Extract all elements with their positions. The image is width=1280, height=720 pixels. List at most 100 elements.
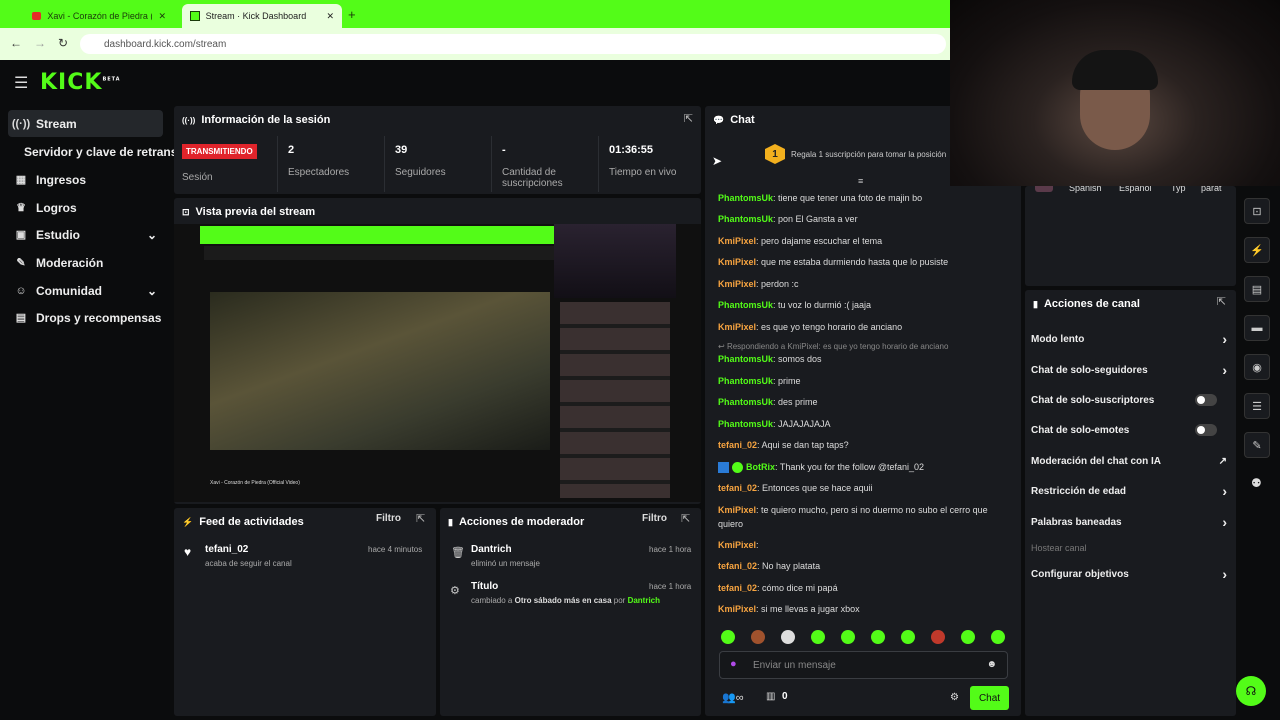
close-icon[interactable]: ✕ [326,11,334,22]
chat-username[interactable]: tefani_02 [718,561,757,571]
stream-video[interactable]: Xavi - Corazón de Piedra (Official Video… [174,224,701,502]
panel-title: Acciones de canal [1043,298,1140,310]
document-icon[interactable]: ▤ [1244,276,1270,302]
chat-username[interactable]: PhantomsUk [718,376,773,386]
new-tab-icon[interactable]: + [348,7,356,22]
panel-header: ▮ Acciones de moderador [448,516,584,528]
chat-text: : No hay platata [757,561,821,571]
chat-username[interactable]: PhantomsUk [718,193,773,203]
url-text: dashboard.kick.com/stream [104,38,227,50]
chat-username[interactable]: PhantomsUk [718,214,773,224]
back-icon[interactable]: ← [10,36,22,50]
sidebar-item-comunidad[interactable]: ☺ Comunidad ⌄ [8,277,163,304]
sidebar-item-drops[interactable]: ▤ Drops y recompensas [8,304,163,331]
emotes-only-toggle[interactable] [1195,424,1217,436]
action-slow-mode[interactable]: Modo lento › [1031,329,1227,349]
forward-icon[interactable]: → [34,36,46,50]
chat-text: : prime [773,376,801,386]
popout-icon[interactable]: ⇱ [416,512,425,525]
emote-icon[interactable] [991,630,1005,644]
broadcast-icon[interactable]: ◉ [1244,354,1270,380]
sidebar-item-logros[interactable]: ♛ Logros [8,194,163,221]
users-icon[interactable]: ⚉ [1251,476,1262,490]
popout-icon[interactable]: ⇱ [1217,295,1226,308]
action-label: Moderación del chat con IA [1031,455,1162,467]
activity-user[interactable]: tefani_02 [205,544,248,555]
chat-username[interactable]: KmiPixel [718,505,756,515]
chat-message: KmiPixel: perdon :c [718,277,1014,291]
chat-username[interactable]: PhantomsUk [718,300,773,310]
help-icon[interactable]: ☊ [1236,676,1266,706]
chat-username[interactable]: tefani_02 [718,440,757,450]
chat-message: PhantomsUk: tu voz lo durmió :( jaaja [718,298,1014,312]
filter-button[interactable]: Filtro [376,513,401,524]
action-ai-moderation[interactable]: Moderación del chat con IA ↗ [1031,451,1227,471]
wrench-icon[interactable]: ✎ [1244,432,1270,458]
chat-username[interactable]: PhantomsUk [718,397,773,407]
chat-username[interactable]: KmiPixel [718,604,756,614]
mic-icon[interactable]: ● [730,658,737,670]
chat-username[interactable]: KmiPixel [718,236,756,246]
send-chat-button[interactable]: Chat [970,686,1009,710]
action-goals[interactable]: Configurar objetivos › [1031,564,1227,584]
chat-username[interactable]: KmiPixel [718,540,756,550]
focus-icon[interactable]: ⊡ [1244,198,1270,224]
sidebar-item-server-key[interactable]: Servidor y clave de retransm [18,138,188,165]
action-followers-only[interactable]: Chat de solo-seguidores › [1031,360,1227,380]
chat-username[interactable]: KmiPixel [718,322,756,332]
chat-icon[interactable]: ▬ [1244,315,1270,341]
session-info-panel: ((·)) Información de la sesión ⇱ TRANSMIT… [174,106,701,194]
action-subscribers-only: Chat de solo-suscriptores [1031,390,1227,410]
emote-icon[interactable] [931,630,945,644]
emote-icon[interactable] [841,630,855,644]
pin-icon[interactable]: ≡ [858,176,863,186]
video-frame [210,292,550,450]
action-banned-words[interactable]: Palabras baneadas › [1031,512,1227,532]
chat-username[interactable]: KmiPixel [718,257,756,267]
mod-action-user[interactable]: Dantrich [471,544,512,555]
subscribers-only-toggle[interactable] [1195,394,1217,406]
gift-icon: ▤ [15,312,27,324]
close-icon[interactable]: ✕ [158,11,166,22]
chat-username[interactable]: KmiPixel [718,279,756,289]
sidebar-item-ingresos[interactable]: ▦ Ingresos [8,166,163,193]
popout-icon[interactable]: ⇱ [684,112,693,125]
chat-username[interactable]: PhantomsUk [718,354,773,364]
people-icon[interactable]: 👥∞ [722,691,744,704]
chat-username[interactable]: tefani_02 [718,583,757,593]
sidebar-item-moderacion[interactable]: ✎ Moderación [8,249,163,276]
list-icon[interactable]: ☰ [1244,393,1270,419]
live-time-label: Tiempo en vivo [609,167,677,178]
mod-action-by[interactable]: Dantrich [628,596,660,605]
menu-icon[interactable]: ☰ [14,73,28,93]
chat-input[interactable]: ● Enviar un mensaje ☻ [719,651,1008,679]
emote-icon[interactable] [961,630,975,644]
chat-message: PhantomsUk: prime [718,374,1014,388]
emote-icon[interactable] [721,630,735,644]
chat-username[interactable]: tefani_02 [718,483,757,493]
emote-icon[interactable] [901,630,915,644]
bolt-icon[interactable]: ⚡ [1244,237,1270,263]
sidebar-item-estudio[interactable]: ▣ Estudio ⌄ [8,221,163,248]
sidebar-item-stream[interactable]: ((·)) Stream [8,110,163,137]
browser-tab-youtube[interactable]: Xavi - Corazón de Piedra (C ✕ [24,4,174,28]
emote-icon[interactable] [781,630,795,644]
chat-text: : tiene que tener una foto de majin bo [773,193,923,203]
emote-icon[interactable] [871,630,885,644]
gear-icon[interactable]: ⚙ [950,692,959,703]
emote-icon[interactable] [751,630,765,644]
video-recommendations [560,302,670,498]
gift-banner-text[interactable]: Regala 1 suscripción para tomar la posic… [791,150,949,159]
browser-tab-kick[interactable]: Stream · Kick Dashboard ✕ [182,4,342,28]
popout-icon[interactable]: ⇱ [681,512,690,525]
reload-icon[interactable]: ↻ [58,36,68,50]
filter-button[interactable]: Filtro [642,513,667,524]
chat-username[interactable]: BotRix [746,462,775,472]
kick-logo[interactable]: KICKBETA [40,70,121,95]
emote-icon[interactable] [811,630,825,644]
action-age-restriction[interactable]: Restricción de edad › [1031,481,1227,501]
emoji-icon[interactable]: ☻ [986,659,997,670]
url-input[interactable]: dashboard.kick.com/stream [80,34,946,54]
chat-input-placeholder: Enviar un mensaje [753,660,836,671]
chat-username[interactable]: PhantomsUk [718,419,773,429]
